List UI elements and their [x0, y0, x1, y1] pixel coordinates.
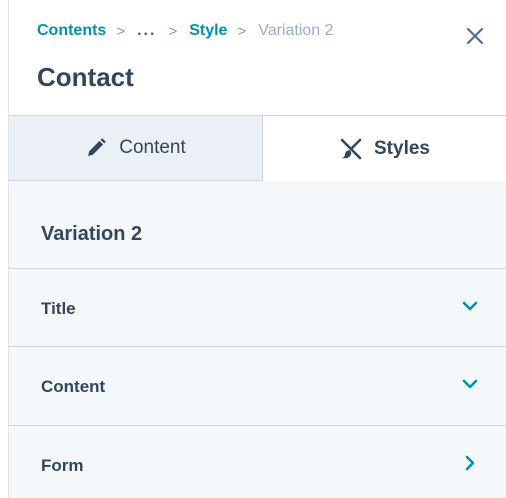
panel-header: Contents > ... > Style > Variation 2 Con… — [9, 0, 506, 116]
tab-styles[interactable]: Styles — [263, 116, 506, 181]
accordion-content[interactable]: Content — [9, 346, 506, 425]
breadcrumb-separator: > — [237, 22, 247, 40]
tab-styles-label: Styles — [374, 137, 430, 159]
breadcrumb: Contents > ... > Style > Variation 2 — [37, 20, 334, 42]
accordion-title[interactable]: Title — [9, 268, 506, 347]
styles-body: Variation 2 Title Content Form — [9, 181, 506, 498]
close-icon — [463, 24, 487, 48]
section-title: Variation 2 — [41, 223, 143, 245]
breadcrumb-separator: > — [116, 22, 126, 40]
tab-content-label: Content — [119, 137, 186, 158]
breadcrumb-more[interactable]: ... — [137, 22, 156, 40]
breadcrumb-separator: > — [168, 22, 178, 40]
breadcrumb-current: Variation 2 — [258, 22, 334, 39]
accordion-title-label: Title — [41, 299, 76, 318]
chevron-right-icon — [461, 454, 479, 472]
accordion-content-label: Content — [41, 377, 106, 396]
chevron-down-icon — [461, 375, 479, 393]
tab-content[interactable]: Content — [9, 116, 263, 181]
tab-bar: Content Styles — [9, 116, 506, 181]
styles-icon — [340, 138, 362, 160]
sidebar-panel: Contents > ... > Style > Variation 2 Con… — [8, 0, 506, 498]
breadcrumb-contents[interactable]: Contents — [37, 22, 106, 40]
page-title: Contact — [37, 62, 134, 92]
breadcrumb-style[interactable]: Style — [189, 22, 227, 40]
accordion-form[interactable]: Form — [9, 425, 506, 498]
chevron-down-icon — [461, 297, 479, 315]
pencil-icon — [85, 137, 107, 159]
accordion-form-label: Form — [41, 456, 84, 475]
close-button[interactable] — [463, 24, 487, 48]
